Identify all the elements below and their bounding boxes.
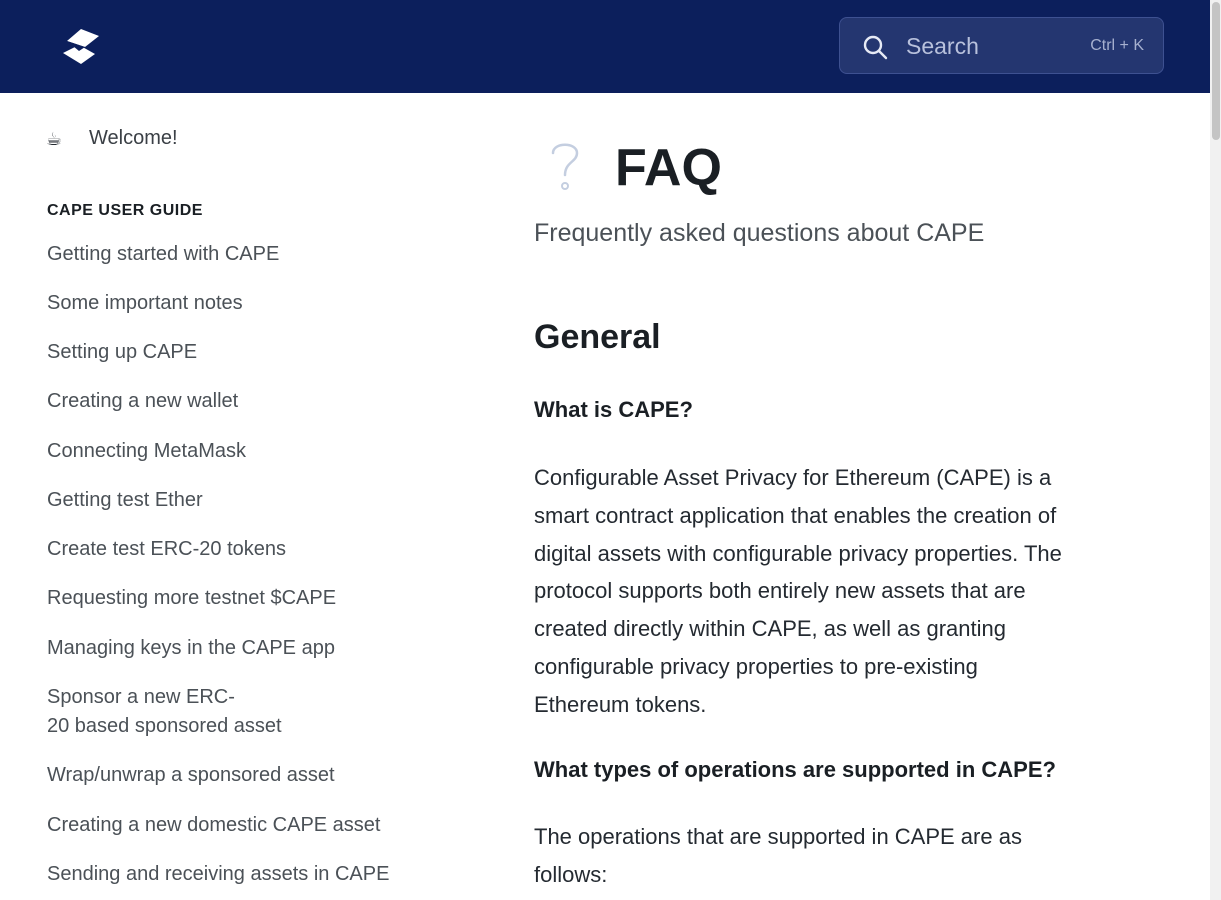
sidebar-section-title: CAPE USER GUIDE xyxy=(47,202,203,219)
section-heading-general: General xyxy=(534,318,661,356)
answer-line: The operations that are supported in CAP… xyxy=(534,824,1022,849)
search-icon xyxy=(863,35,888,60)
sidebar-item-important-notes[interactable]: Some important notes xyxy=(47,289,243,318)
answer-line: Ethereum tokens. xyxy=(534,691,707,717)
sidebar-item-getting-started[interactable]: Getting started with CAPE xyxy=(47,240,279,269)
answer-what-is-cape: Configurable Asset Privacy for Ethereum … xyxy=(534,459,1114,724)
question-mark-icon xyxy=(551,143,579,190)
scrollbar-thumb[interactable] xyxy=(1212,2,1220,140)
sidebar-item-new-wallet[interactable]: Creating a new wallet xyxy=(47,387,238,416)
coffee-icon: ☕ xyxy=(46,129,63,149)
answer-line: protocol supports both entirely new asse… xyxy=(534,578,1026,604)
sidebar-item-managing-keys[interactable]: Managing keys in the CAPE app xyxy=(47,634,335,663)
sidebar-item-metamask[interactable]: Connecting MetaMask xyxy=(47,437,246,466)
sidebar-item-sending-receiving[interactable]: Sending and receiving assets in CAPE xyxy=(47,860,389,889)
search-button[interactable]: Search Ctrl + K xyxy=(839,17,1164,74)
sidebar-item-label-line1: Sponsor a new ERC- xyxy=(47,686,235,708)
search-label: Search xyxy=(906,33,979,59)
sidebar-item-testnet-cape[interactable]: Requesting more testnet $CAPE xyxy=(47,584,336,613)
page-subtitle: Frequently asked questions about CAPE xyxy=(534,219,985,247)
search-shortcut: Ctrl + K xyxy=(1090,37,1144,54)
sidebar-item-label-line2: 20 based sponsored asset xyxy=(47,715,282,737)
sidebar-item-erc20-tokens[interactable]: Create test ERC-20 tokens xyxy=(47,535,286,564)
top-header: Search Ctrl + K xyxy=(0,0,1210,93)
page-title: FAQ xyxy=(615,139,722,197)
answer-line: configurable privacy properties to pre-e… xyxy=(534,653,978,679)
snark-logo-icon[interactable] xyxy=(61,27,101,65)
answer-operations: The operations that are supported in CAP… xyxy=(534,818,1114,894)
sidebar-item-wrap-unwrap[interactable]: Wrap/unwrap a sponsored asset xyxy=(47,761,335,790)
sidebar-item-sponsor-asset[interactable]: Sponsor a new ERC- 20 based sponsored as… xyxy=(47,683,282,741)
page-scrollbar[interactable] xyxy=(1210,0,1221,900)
answer-line: follows: xyxy=(534,861,608,887)
sidebar: ☕ Welcome! CAPE USER GUIDE Getting start… xyxy=(0,93,480,900)
answer-line: Configurable Asset Privacy for Ethereum … xyxy=(534,465,1052,490)
sidebar-item-domestic-asset[interactable]: Creating a new domestic CAPE asset xyxy=(47,811,381,840)
answer-line: smart contract application that enables … xyxy=(534,502,1057,528)
sidebar-item-label: Welcome! xyxy=(89,127,178,149)
sidebar-item-setting-up[interactable]: Setting up CAPE xyxy=(47,338,197,367)
question-operations: What types of operations are supported i… xyxy=(534,757,1056,782)
answer-line: digital assets with configurable privacy… xyxy=(534,540,1062,566)
answer-line: created directly within CAPE, as well as… xyxy=(534,616,1006,642)
sidebar-item-test-ether[interactable]: Getting test Ether xyxy=(47,486,203,515)
question-what-is-cape: What is CAPE? xyxy=(534,397,693,422)
